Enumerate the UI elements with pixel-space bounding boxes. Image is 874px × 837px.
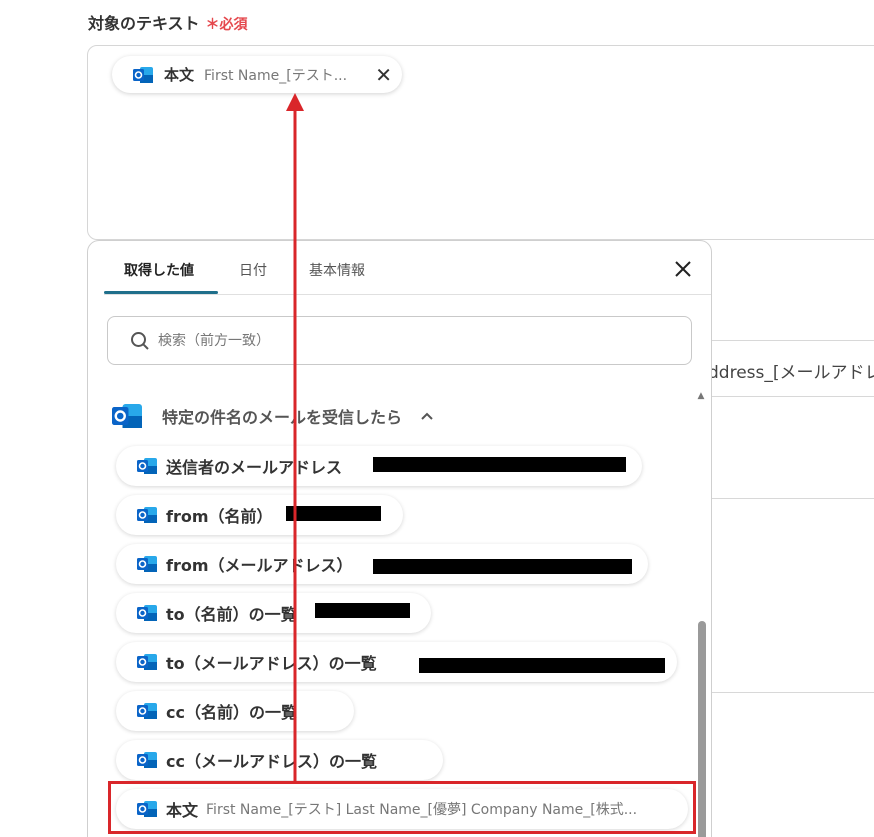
scrollbar[interactable]: ▲: [696, 391, 706, 837]
outlook-icon: [112, 404, 142, 428]
item-label: from（メールアドレス）: [166, 556, 353, 575]
required-text: 必須: [219, 17, 248, 33]
background-field-value: ddress_[メールアドレ: [708, 363, 874, 383]
background-divider: [712, 692, 874, 693]
selected-value-chip[interactable]: 本文 First Name_[テスト... ✕: [112, 56, 402, 93]
redacted-value: [373, 457, 626, 472]
value-picker-popup: 取得した値 日付 基本情報 特定の件名のメールを受信したら 送信者のメールアドレ: [87, 240, 712, 837]
item-label: 送信者のメールアドレス: [166, 458, 343, 477]
outlook-icon: [133, 66, 153, 83]
outlook-icon: [137, 605, 157, 621]
outlook-icon: [137, 507, 157, 523]
background-divider: [712, 396, 874, 397]
redacted-value: [315, 603, 410, 618]
tab-date[interactable]: 日付: [239, 260, 267, 280]
item-label: to（メールアドレス）の一覧: [166, 654, 377, 673]
annotation-highlight-box: [108, 781, 696, 834]
scroll-up-arrow-icon[interactable]: ▲: [696, 391, 706, 401]
tab-divider: [104, 294, 711, 295]
group-header[interactable]: 特定の件名のメールを受信したら: [110, 401, 434, 431]
outlook-icon: [137, 703, 157, 719]
outlook-icon: [137, 556, 157, 572]
item-label: to（名前）の一覧: [166, 605, 297, 624]
tab-bar: 取得した値 日付 基本情報: [88, 241, 711, 296]
scrollbar-thumb[interactable]: [698, 621, 706, 837]
required-indicator: ＊必須: [206, 17, 248, 33]
background-divider: [712, 498, 874, 499]
outlook-icon: [137, 752, 157, 768]
chip-name: 本文: [164, 66, 195, 84]
field-label: 対象のテキスト ＊必須: [88, 10, 248, 34]
close-icon[interactable]: [673, 259, 693, 279]
item-label: cc（メールアドレス）の一覧: [166, 752, 377, 771]
redacted-value: [373, 559, 632, 574]
chip-remove-icon[interactable]: ✕: [375, 65, 392, 85]
search-input[interactable]: [158, 332, 691, 349]
search-box: [107, 316, 692, 365]
field-label-text: 対象のテキスト: [88, 14, 200, 33]
redacted-value: [419, 658, 665, 673]
item-label: cc（名前）の一覧: [166, 703, 297, 722]
item-label: from（名前）: [166, 507, 273, 526]
outlook-icon: [137, 458, 157, 474]
list-item[interactable]: cc（メールアドレス）の一覧: [116, 740, 443, 780]
required-mark: ＊: [205, 17, 220, 33]
redacted-value: [286, 506, 381, 521]
tab-basic-info[interactable]: 基本情報: [309, 260, 365, 280]
background-divider: [712, 340, 874, 341]
outlook-icon: [137, 654, 157, 670]
tab-retrieved-values[interactable]: 取得した値: [124, 260, 194, 280]
chevron-up-icon[interactable]: [420, 411, 434, 421]
chip-value: First Name_[テスト...: [204, 67, 348, 84]
group-title: 特定の件名のメールを受信したら: [162, 408, 403, 427]
search-icon: [131, 331, 149, 350]
list-item[interactable]: cc（名前）の一覧: [116, 691, 354, 731]
